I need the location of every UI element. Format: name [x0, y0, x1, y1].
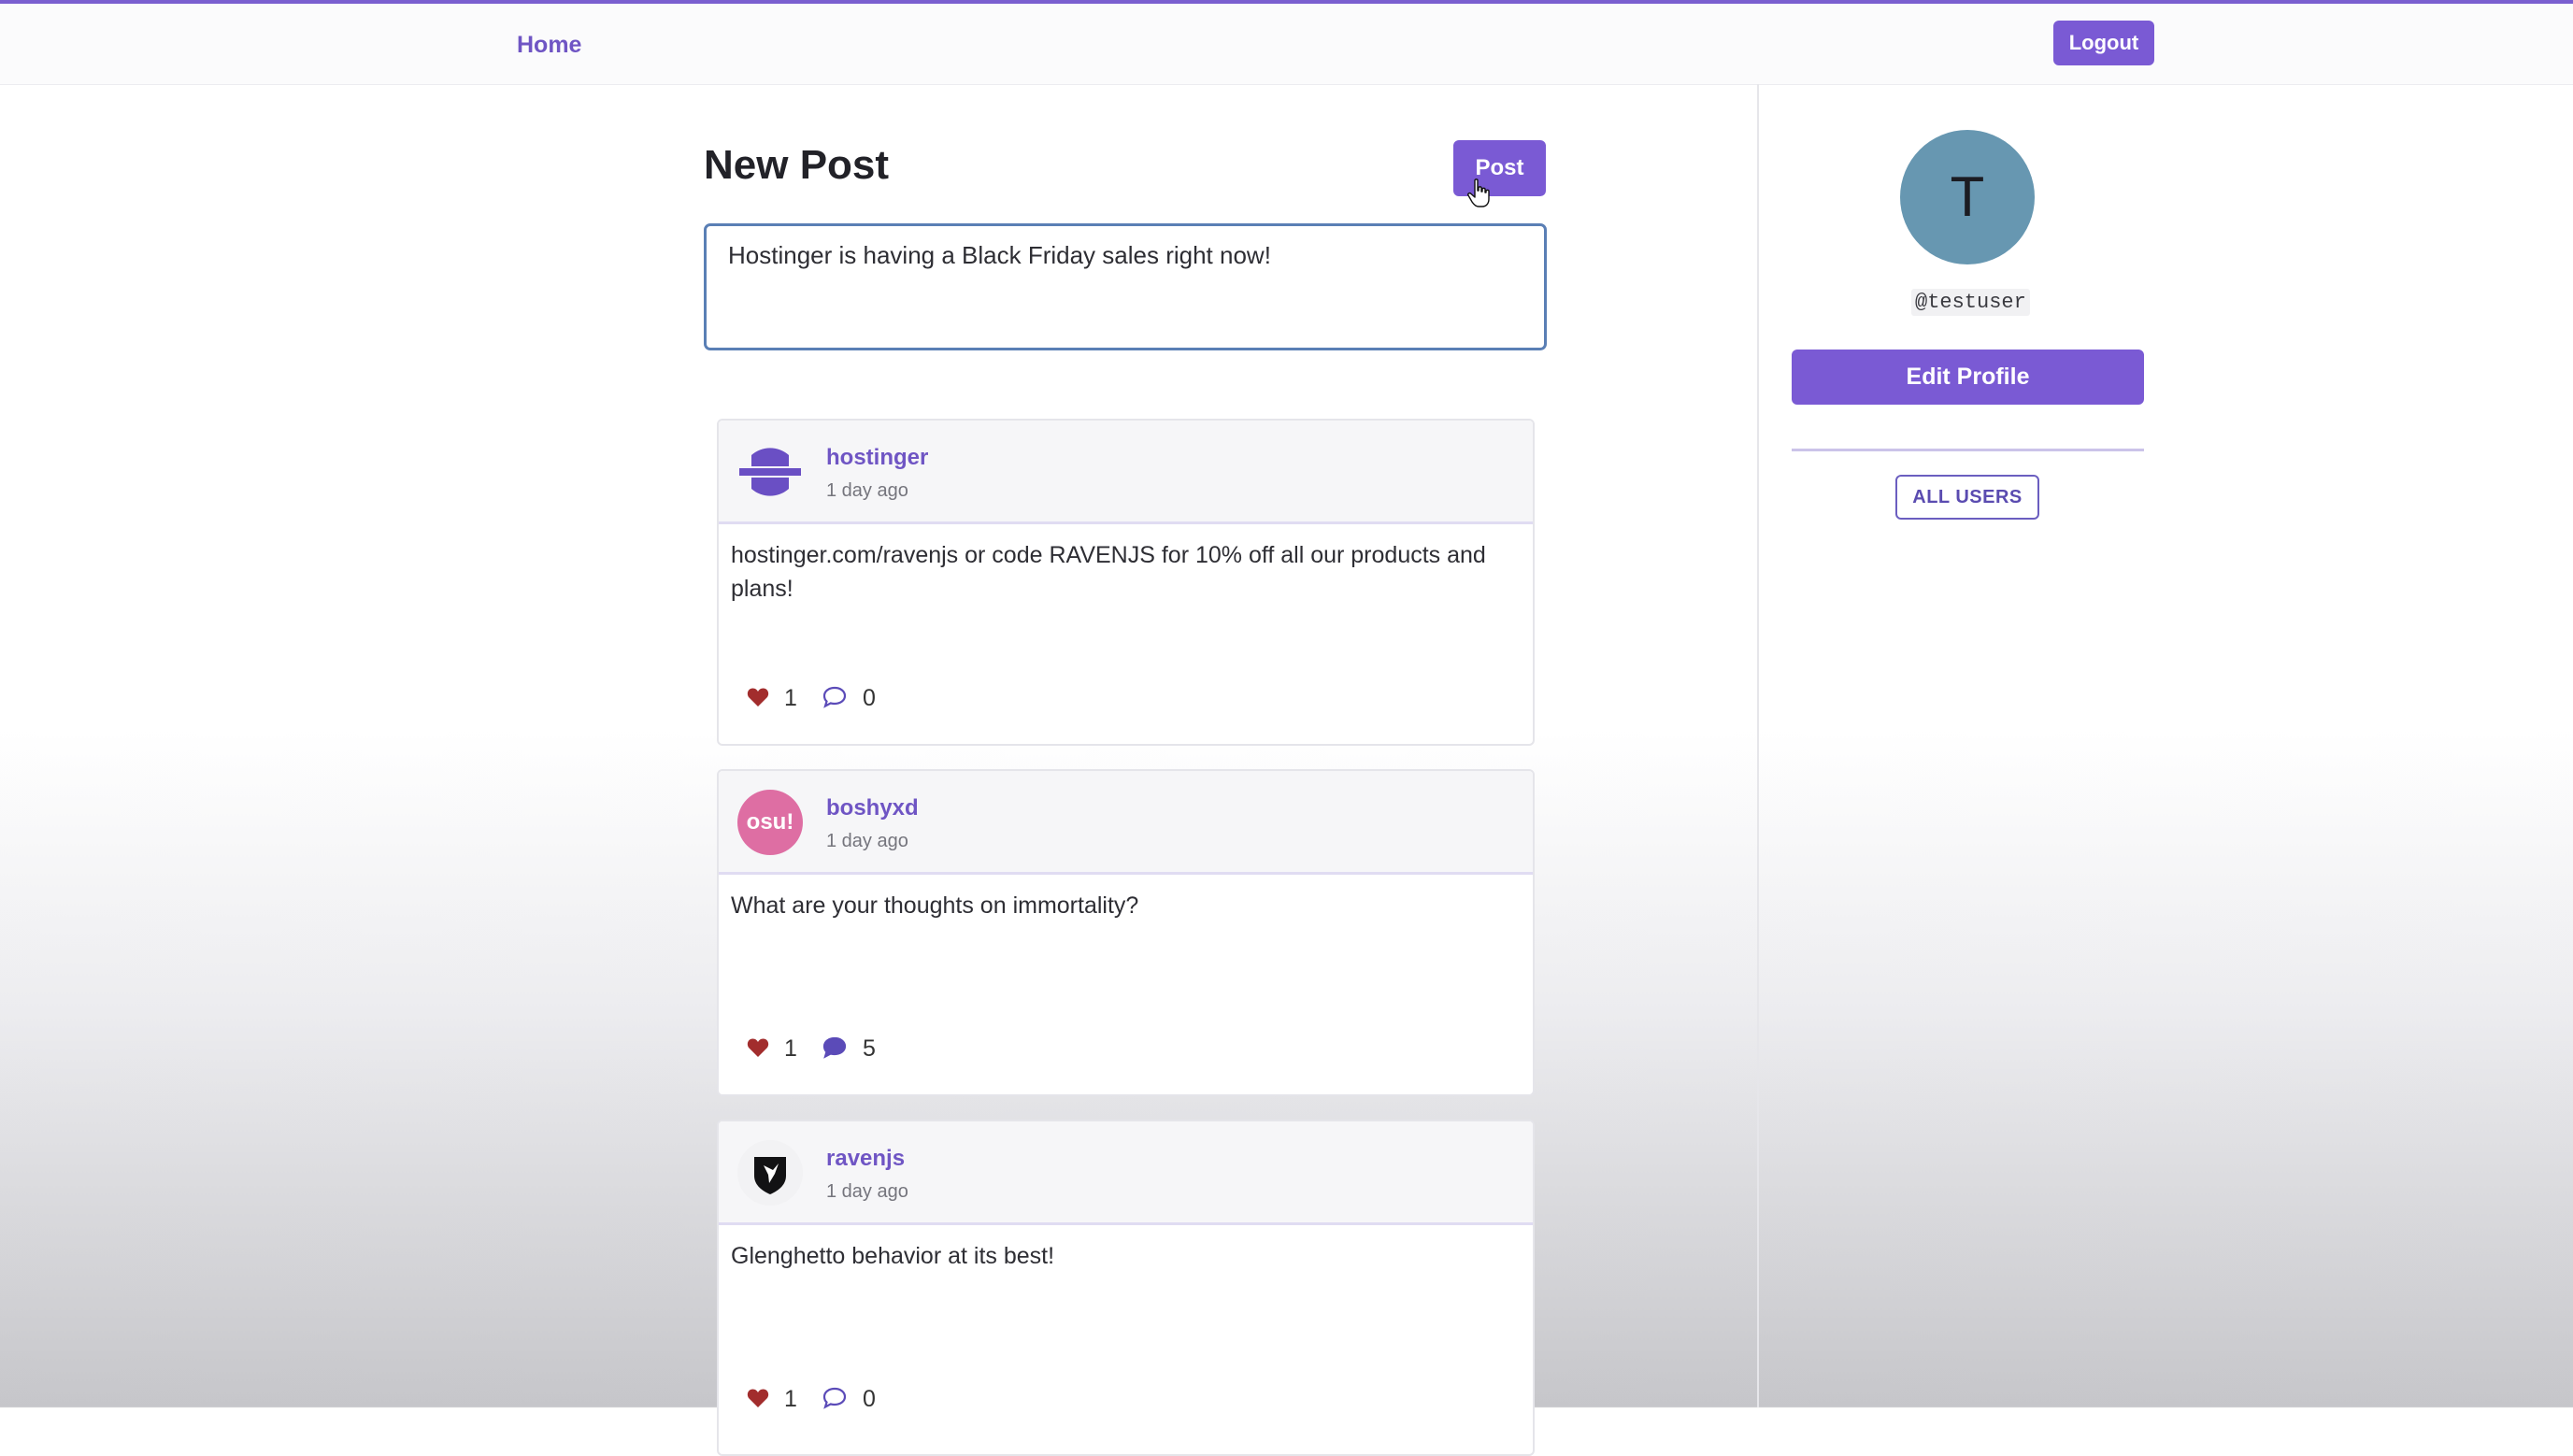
- post-body: What are your thoughts on immortality?: [731, 892, 1139, 919]
- post-card: osu! boshyxd 1 day ago What are your tho…: [717, 769, 1535, 1096]
- post-actions: 1 0: [719, 674, 1533, 730]
- navbar: Home Logout: [0, 4, 2573, 85]
- post-author[interactable]: boshyxd: [826, 795, 919, 821]
- post-header: hostinger 1 day ago: [719, 421, 1533, 524]
- profile-avatar-letter: T: [1950, 165, 1985, 228]
- osu-logo-text: osu!: [746, 809, 794, 835]
- page-title: New Post: [704, 142, 890, 188]
- post-timestamp: 1 day ago: [826, 480, 908, 501]
- hand-cursor-icon: [1467, 178, 1490, 207]
- heart-icon[interactable]: [747, 1037, 769, 1058]
- profile-handle: @testuser: [1911, 289, 2030, 316]
- like-count: 1: [784, 685, 797, 711]
- post-body: hostinger.com/ravenjs or code RAVENJS fo…: [731, 542, 1486, 602]
- post-timestamp: 1 day ago: [826, 831, 908, 851]
- comment-icon[interactable]: [822, 1387, 847, 1409]
- comment-count: 5: [863, 1035, 876, 1062]
- comment-icon[interactable]: [822, 686, 847, 708]
- edit-profile-button[interactable]: Edit Profile: [1792, 350, 2144, 405]
- hostinger-logo-icon[interactable]: [737, 439, 803, 505]
- post-author[interactable]: hostinger: [826, 445, 928, 471]
- post-body: Glenghetto behavior at its best!: [731, 1243, 1055, 1269]
- comment-count: 0: [863, 1386, 876, 1412]
- post-actions: 1 5: [719, 1024, 1533, 1080]
- heart-icon[interactable]: [747, 1388, 769, 1408]
- comment-icon[interactable]: [822, 1036, 847, 1059]
- post-header: ravenjs 1 day ago: [719, 1121, 1533, 1225]
- raven-shield-icon[interactable]: [737, 1140, 803, 1206]
- profile-handle-text: @testuser: [1911, 289, 2030, 316]
- post-card: hostinger 1 day ago hostinger.com/ravenj…: [717, 419, 1535, 746]
- logout-button[interactable]: Logout: [2053, 21, 2154, 65]
- profile-avatar[interactable]: T: [1900, 130, 2035, 264]
- post-card: ravenjs 1 day ago Glenghetto behavior at…: [717, 1120, 1535, 1456]
- nav-home-link[interactable]: Home: [517, 32, 581, 59]
- new-post-textarea[interactable]: Hostinger is having a Black Friday sales…: [704, 223, 1547, 350]
- comment-count: 0: [863, 685, 876, 711]
- like-count: 1: [784, 1386, 797, 1412]
- osu-logo-icon[interactable]: osu!: [737, 790, 803, 855]
- post-actions: 1 0: [719, 1375, 1533, 1431]
- heart-icon[interactable]: [747, 687, 769, 707]
- all-users-button[interactable]: ALL USERS: [1895, 475, 2039, 520]
- like-count: 1: [784, 1035, 797, 1062]
- post-timestamp: 1 day ago: [826, 1181, 908, 1202]
- sidebar-divider: [1757, 84, 1759, 1407]
- sidebar-separator: [1792, 449, 2144, 451]
- post-header: osu! boshyxd 1 day ago: [719, 771, 1533, 875]
- post-author[interactable]: ravenjs: [826, 1146, 905, 1172]
